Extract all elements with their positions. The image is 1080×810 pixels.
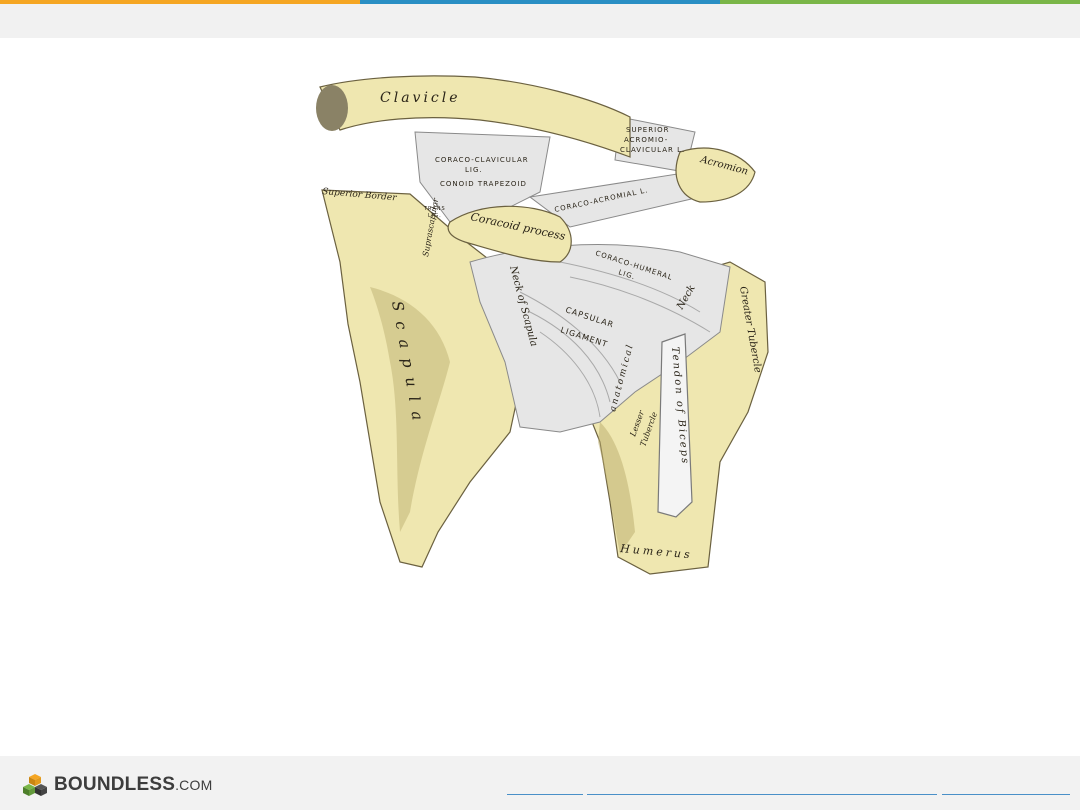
- label-clavicular-l: CLAVICULAR L.: [620, 146, 685, 154]
- label-clavicle: Clavicle: [380, 90, 461, 106]
- label-coraco-clavicular: CORACO-CLAVICULAR: [435, 156, 529, 164]
- shoulder-joint-illustration: Clavicle SUPERIOR ACROMIO- CLAVICULAR L.…: [300, 62, 780, 582]
- accent-stripe-orange: [0, 0, 360, 4]
- logo-wordmark: BOUNDLESS.COM: [54, 774, 212, 796]
- cube-stack-icon: [23, 774, 47, 796]
- logo-main-text: BOUNDLESS: [54, 774, 176, 795]
- logo-suffix-text: .COM: [175, 777, 213, 793]
- label-superior: SUPERIOR: [626, 126, 670, 134]
- accent-stripe-green: [720, 0, 1080, 4]
- label-conoid-trapezoid: CONOID TRAPEZOID: [440, 180, 527, 188]
- footer-bar: BOUNDLESS.COM: [0, 756, 1080, 810]
- footer-link-2[interactable]: [587, 794, 937, 795]
- accent-stripe-blue: [360, 0, 720, 4]
- clavicle-end: [316, 85, 348, 131]
- label-trans: TRANS: [423, 206, 446, 212]
- boundless-logo[interactable]: BOUNDLESS.COM: [22, 772, 212, 798]
- shoulder-diagram-svg: Clavicle SUPERIOR ACROMIO- CLAVICULAR L.…: [316, 75, 769, 575]
- footer-link-3[interactable]: [942, 794, 1070, 795]
- label-coraco-clavicular-lig: LIG.: [465, 166, 483, 174]
- header-band: [0, 0, 1080, 38]
- label-acromio: ACROMIO-: [624, 136, 668, 144]
- label-trans-lig: LIG.: [428, 213, 442, 219]
- footer-link-1[interactable]: [507, 794, 583, 795]
